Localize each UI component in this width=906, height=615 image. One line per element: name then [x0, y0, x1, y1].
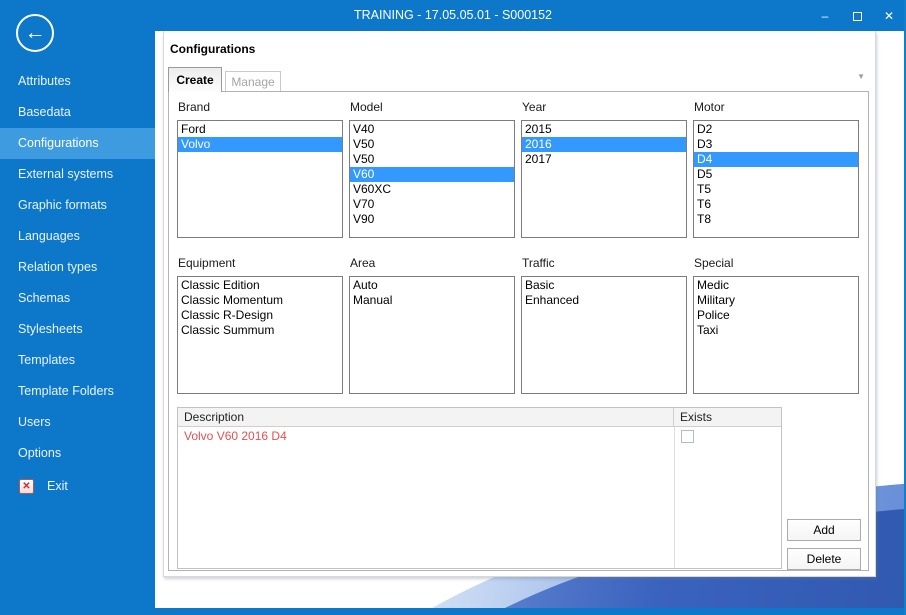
list-item[interactable]: 2017 [522, 152, 686, 167]
maximize-icon [852, 11, 862, 21]
add-button[interactable]: Add [787, 519, 861, 541]
back-button[interactable]: ← [16, 14, 54, 52]
tab-manage[interactable]: Manage [225, 71, 281, 92]
chevron-down-icon[interactable]: ▼ [857, 72, 865, 81]
minimize-button[interactable]: – [816, 7, 834, 25]
sidebar-item-schemas[interactable]: Schemas [0, 283, 155, 314]
list-item[interactable]: V60 [350, 167, 514, 182]
list-item[interactable]: Ford [178, 122, 342, 137]
cell-exists [674, 427, 781, 445]
label-special: Special [694, 256, 734, 270]
list-item[interactable]: V50 [350, 137, 514, 152]
sidebar-item-configurations[interactable]: Configurations [0, 128, 155, 159]
list-item[interactable]: Enhanced [522, 293, 686, 308]
label-area: Area [350, 256, 376, 270]
window-controls: – ✕ [816, 0, 898, 31]
list-item[interactable]: Auto [350, 278, 514, 293]
list-item[interactable]: V90 [350, 212, 514, 227]
back-arrow-icon: ← [24, 21, 46, 44]
list-item[interactable]: Classic Momentum [178, 293, 342, 308]
sidebar-item-attributes[interactable]: Attributes [0, 66, 155, 97]
list-item[interactable]: D4 [694, 152, 858, 167]
label-motor: Motor [694, 100, 725, 114]
exit-label: Exit [47, 479, 68, 493]
table-body: Volvo V60 2016 D4 [178, 427, 781, 568]
exists-checkbox[interactable] [681, 429, 694, 443]
list-item[interactable]: V40 [350, 122, 514, 137]
sidebar-item-users[interactable]: Users [0, 407, 155, 438]
list-item[interactable]: 2015 [522, 122, 686, 137]
listbox-model[interactable]: V40 V50 V50 V60 V60XC V70 V90 [349, 120, 515, 238]
label-model: Model [350, 100, 383, 114]
sidebar-nav: Attributes Basedata Configurations External… [0, 66, 155, 469]
list-item[interactable]: T6 [694, 197, 858, 212]
listbox-special[interactable]: Medic Military Police Taxi [693, 276, 859, 394]
list-item[interactable]: D2 [694, 122, 858, 137]
list-item[interactable]: Basic [522, 278, 686, 293]
list-item[interactable]: V50 [350, 152, 514, 167]
list-item[interactable]: Classic Summum [178, 323, 342, 338]
list-item[interactable]: Classic Edition [178, 278, 342, 293]
sidebar-item-languages[interactable]: Languages [0, 221, 155, 252]
listbox-brand[interactable]: Ford Volvo [177, 120, 343, 238]
list-item[interactable]: Taxi [694, 323, 858, 338]
sidebar-item-exit[interactable]: ✕ Exit [0, 470, 155, 502]
table-header: Description Exists [178, 408, 781, 427]
tabpage-create: Brand Ford Volvo Model V40 V50 V50 V60 V60XC V70 V… [168, 91, 869, 571]
app-window: TRAINING - 17.05.05.01 - S000152 – ✕ ← A… [0, 0, 906, 615]
close-button[interactable]: ✕ [880, 7, 898, 25]
list-item[interactable]: Military [694, 293, 858, 308]
exit-icon: ✕ [19, 478, 34, 494]
list-item[interactable]: V70 [350, 197, 514, 212]
configurations-table: Description Exists Volvo V60 2016 D4 [177, 407, 782, 569]
list-item[interactable]: Medic [694, 278, 858, 293]
column-separator [674, 427, 675, 568]
sidebar-item-templates[interactable]: Templates [0, 345, 155, 376]
list-item[interactable]: T8 [694, 212, 858, 227]
list-item[interactable]: Classic R-Design [178, 308, 342, 323]
list-item[interactable]: Manual [350, 293, 514, 308]
column-header-description[interactable]: Description [178, 408, 674, 426]
content-panel: Configurations Create Manage ▼ Brand Ford… [163, 31, 876, 577]
label-equipment: Equipment [178, 256, 236, 270]
column-header-exists[interactable]: Exists [674, 408, 781, 426]
label-brand: Brand [178, 100, 211, 114]
listbox-year[interactable]: 2015 2016 2017 [521, 120, 687, 238]
maximize-button[interactable] [848, 7, 866, 25]
sidebar-item-basedata[interactable]: Basedata [0, 97, 155, 128]
tab-create[interactable]: Create [168, 67, 222, 92]
listbox-equipment[interactable]: Classic Edition Classic Momentum Classic R… [177, 276, 343, 394]
list-item[interactable]: T5 [694, 182, 858, 197]
cell-description: Volvo V60 2016 D4 [184, 429, 287, 443]
sidebar-item-external-systems[interactable]: External systems [0, 159, 155, 190]
label-year: Year [522, 100, 547, 114]
listbox-traffic[interactable]: Basic Enhanced [521, 276, 687, 394]
table-row[interactable]: Volvo V60 2016 D4 [178, 427, 781, 445]
list-item[interactable]: D5 [694, 167, 858, 182]
list-item[interactable]: 2016 [522, 137, 686, 152]
page-title: Configurations [170, 42, 256, 56]
sidebar: ← Attributes Basedata Configurations Extern… [0, 0, 155, 608]
sidebar-item-template-folders[interactable]: Template Folders [0, 376, 155, 407]
sidebar-item-graphic-formats[interactable]: Graphic formats [0, 190, 155, 221]
sidebar-item-relation-types[interactable]: Relation types [0, 252, 155, 283]
listbox-motor[interactable]: D2 D3 D4 D5 T5 T6 T8 [693, 120, 859, 238]
label-traffic: Traffic [522, 256, 555, 270]
list-item[interactable]: V60XC [350, 182, 514, 197]
sidebar-item-stylesheets[interactable]: Stylesheets [0, 314, 155, 345]
listbox-area[interactable]: Auto Manual [349, 276, 515, 394]
list-item[interactable]: D3 [694, 137, 858, 152]
list-item[interactable]: Police [694, 308, 858, 323]
sidebar-item-options[interactable]: Options [0, 438, 155, 469]
delete-button[interactable]: Delete [787, 548, 861, 570]
bottom-bar [0, 608, 906, 615]
list-item[interactable]: Volvo [178, 137, 342, 152]
